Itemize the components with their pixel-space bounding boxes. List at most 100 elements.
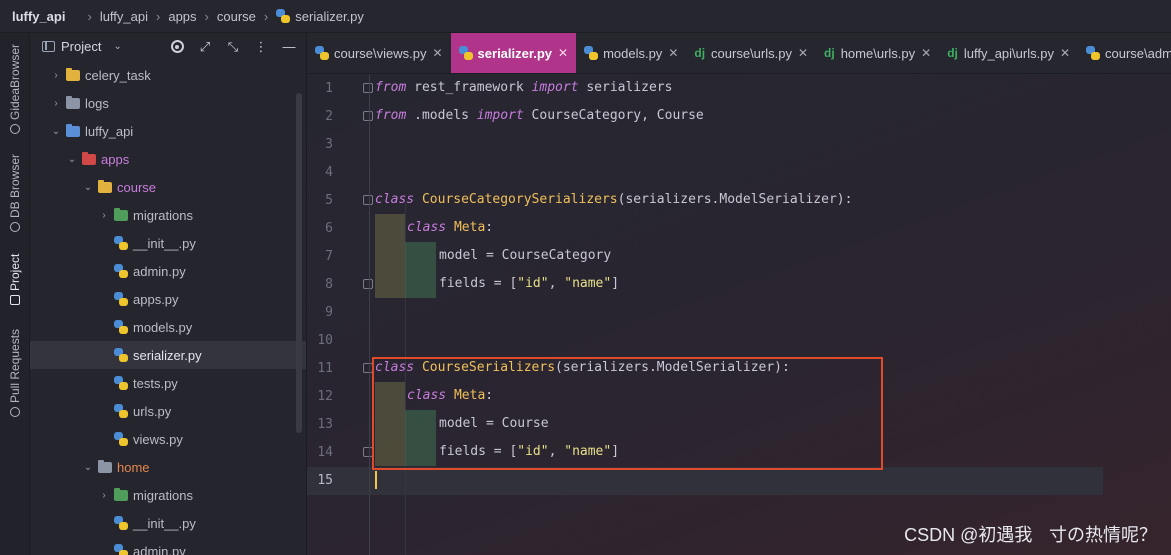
project-scrollbar[interactable] [296, 93, 302, 433]
chevron-right-icon[interactable]: › [50, 70, 62, 81]
expand-icon: ⤢ [199, 38, 211, 54]
chevron-right-icon: › [204, 8, 209, 24]
line-number: 10 [317, 333, 333, 348]
collapse-icon: ⤡ [227, 38, 239, 54]
tab-label: luffy_api\urls.py [963, 45, 1054, 61]
line-number: 6 [325, 221, 333, 236]
tool-tab-db-browser[interactable]: DB Browser [6, 151, 24, 235]
line-number: 9 [325, 305, 333, 320]
chevron-down-icon[interactable]: ⌄ [66, 154, 78, 165]
tab-course-views[interactable]: course\views.py ✕ [307, 33, 451, 73]
python-file-icon [114, 292, 128, 306]
tool-tab-gideabrowser[interactable]: GideaBrowser [6, 41, 24, 137]
tab-course-urls[interactable]: dj course\urls.py ✕ [686, 33, 816, 73]
folder-icon [10, 294, 20, 305]
breadcrumb-item[interactable]: › course [197, 9, 256, 24]
hide-panel-button[interactable]: — [282, 39, 296, 54]
fold-marker-icon[interactable] [363, 111, 373, 121]
tab-label: models.py [603, 45, 663, 61]
close-icon[interactable]: ✕ [432, 46, 442, 60]
tab-course-admin[interactable]: course\adm [1078, 33, 1171, 73]
tree-row[interactable]: views.py [30, 425, 306, 453]
chevron-right-icon[interactable]: › [50, 98, 62, 109]
tree-row[interactable]: ⌄ luffy_api [30, 117, 306, 145]
breadcrumb-project[interactable]: luffy_api [12, 9, 65, 24]
code-line-1: from rest_framework import serializers [375, 80, 673, 95]
tree-row[interactable]: apps.py [30, 285, 306, 313]
locate-file-button[interactable] [170, 40, 184, 54]
breadcrumb-item[interactable]: › luffy_api [79, 9, 148, 24]
python-file-icon [315, 46, 329, 60]
code-line-7: model = CourseCategory [439, 248, 612, 263]
tree-row[interactable]: › migrations [30, 201, 306, 229]
chevron-down-icon[interactable]: ⌄ [82, 182, 94, 193]
chevron-down-icon[interactable]: ⌄ [113, 41, 121, 52]
tool-tab-pull-requests[interactable]: Pull Requests [6, 325, 24, 421]
code-line-8: fields = ["id", "name"] [439, 276, 620, 291]
tree-label: tests.py [133, 375, 178, 391]
breadcrumb-course[interactable]: course [217, 9, 256, 24]
tab-serializer[interactable]: serializer.py ✕ [450, 33, 577, 73]
chevron-down-icon[interactable]: ⌄ [82, 462, 94, 473]
chevron-down-icon[interactable]: ⌄ [50, 126, 62, 137]
editor-tabs: course\views.py ✕ serializer.py ✕ models… [307, 33, 1171, 74]
tree-row[interactable]: models.py [30, 313, 306, 341]
close-icon[interactable]: ✕ [558, 46, 568, 60]
chevron-right-icon[interactable]: › [98, 210, 110, 221]
fold-marker-icon[interactable] [363, 83, 373, 93]
close-icon[interactable]: ✕ [1060, 46, 1070, 60]
tool-tab-project[interactable]: Project [6, 249, 24, 309]
tree-row[interactable]: admin.py [30, 257, 306, 285]
tab-models[interactable]: models.py ✕ [576, 33, 686, 73]
options-button[interactable]: ⋮ [254, 39, 268, 54]
breadcrumb-item[interactable]: › apps [148, 9, 197, 24]
fold-marker-icon[interactable] [363, 279, 373, 289]
tool-tab-label: GideaBrowser [8, 43, 22, 121]
tool-window-strip: GideaBrowser DB Browser Project Pull Req… [0, 33, 30, 555]
minimize-icon: — [282, 39, 296, 54]
github-icon [10, 407, 20, 418]
tree-row[interactable]: __init__.py [30, 509, 306, 537]
project-view-selector[interactable]: Project [61, 39, 101, 54]
breadcrumb-luffy-api[interactable]: luffy_api [100, 9, 148, 24]
python-file-icon [276, 9, 291, 23]
tree-row[interactable]: tests.py [30, 369, 306, 397]
tree-row[interactable]: urls.py [30, 397, 306, 425]
tab-label: course\urls.py [711, 45, 792, 61]
tree-row-selected[interactable]: serializer.py [30, 341, 306, 369]
tree-row[interactable]: › migrations [30, 481, 306, 509]
tree-row[interactable]: ⌄ apps [30, 145, 306, 173]
breadcrumb-item[interactable]: › serializer.py [256, 9, 364, 24]
tab-home-urls[interactable]: dj home\urls.py ✕ [816, 33, 939, 73]
tool-tab-label: Pull Requests [8, 328, 22, 404]
django-icon: dj [947, 46, 958, 60]
text-caret [375, 471, 377, 489]
expand-all-button[interactable]: ⤢ [198, 38, 212, 54]
code-editor[interactable]: 1 2 3 4 5 6 7 8 9 10 11 12 13 14 15 from… [307, 74, 1171, 555]
tab-luffy-api-urls[interactable]: dj luffy_api\urls.py ✕ [939, 33, 1078, 73]
collapse-all-button[interactable]: ⤡ [226, 38, 240, 54]
tree-row[interactable]: __init__.py [30, 229, 306, 257]
tree-row[interactable]: ⌄ course [30, 173, 306, 201]
tree-row[interactable]: › logs [30, 89, 306, 117]
chevron-right-icon[interactable]: › [98, 490, 110, 501]
folder-icon [114, 207, 128, 221]
breadcrumb-apps[interactable]: apps [168, 9, 196, 24]
close-icon[interactable]: ✕ [668, 46, 678, 60]
line-number: 2 [325, 109, 333, 124]
tree-row[interactable]: ⌄ home [30, 453, 306, 481]
tab-label: course\views.py [334, 45, 427, 61]
close-icon[interactable]: ✕ [921, 46, 931, 60]
tree-row[interactable]: admin.py [30, 537, 306, 555]
folder-icon [66, 123, 80, 137]
close-icon[interactable]: ✕ [798, 46, 808, 60]
python-file-icon [114, 544, 128, 555]
fold-marker-icon[interactable] [363, 195, 373, 205]
tree-label: migrations [133, 207, 193, 223]
tree-label: home [117, 459, 150, 475]
line-number: 4 [325, 165, 333, 180]
tree-row[interactable]: › celery_task [30, 61, 306, 89]
breadcrumb-serializer[interactable]: serializer.py [295, 9, 364, 24]
line-number: 3 [325, 137, 333, 152]
tree-label: logs [85, 95, 109, 111]
